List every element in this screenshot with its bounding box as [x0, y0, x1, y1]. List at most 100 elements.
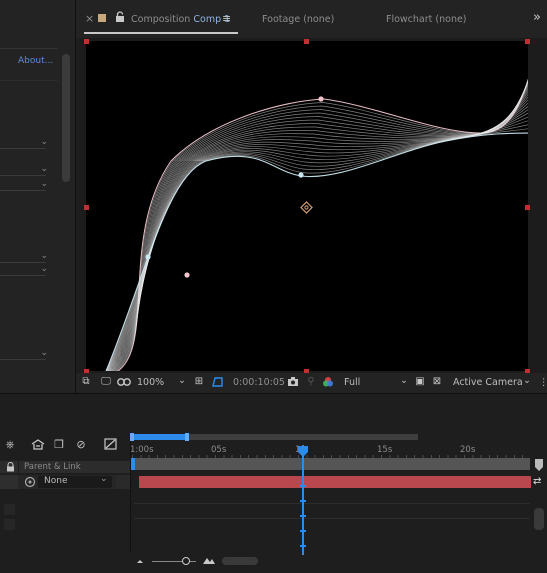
- chevron-down-icon[interactable]: ⌄: [400, 375, 408, 386]
- navigator-start-handle[interactable]: [130, 433, 134, 441]
- active-camera-value[interactable]: Active Camera: [453, 377, 523, 388]
- monitor-icon[interactable]: 🖵: [100, 376, 112, 388]
- bounding-handle[interactable]: [84, 205, 89, 210]
- zoom-in-icon[interactable]: [202, 555, 216, 565]
- curve-stroke: [104, 112, 538, 377]
- draft-3d-icon[interactable]: [31, 438, 45, 452]
- motion-blur-icon[interactable]: ⊘: [74, 438, 88, 452]
- collapsed-row: [4, 519, 15, 530]
- zoom-out-icon[interactable]: [136, 557, 144, 565]
- chevron-down-icon[interactable]: ⌄: [523, 375, 531, 386]
- anchor-point-icon[interactable]: [300, 201, 313, 214]
- active-tab-underline: [84, 32, 238, 34]
- tab-composition[interactable]: Composition Comp 1: [131, 14, 230, 25]
- panel-divider: [0, 80, 58, 81]
- chevron-down-icon: ⌄: [40, 348, 48, 358]
- curve-stroke: [105, 76, 542, 377]
- curve-stroke: [104, 102, 539, 377]
- empty-track-row: [134, 490, 530, 504]
- chevron-down-icon[interactable]: ⌄: [178, 375, 186, 386]
- current-timecode[interactable]: 0:00:10:05: [233, 377, 285, 388]
- curve-stroke: [106, 46, 545, 377]
- color-channels-icon[interactable]: [322, 376, 334, 388]
- region-of-interest-icon[interactable]: [211, 376, 223, 388]
- about-link[interactable]: About...: [18, 56, 53, 66]
- curve-stroke: [107, 31, 546, 377]
- navigator-visible-range[interactable]: [132, 434, 188, 440]
- mask-visibility-icon[interactable]: [117, 376, 131, 388]
- left-panel-scrollbar[interactable]: [62, 54, 70, 182]
- property-dropdown[interactable]: ⌄: [0, 251, 48, 263]
- close-tab-icon[interactable]: ×: [85, 12, 94, 25]
- target-region-icon[interactable]: ▣: [414, 376, 426, 388]
- ruler-tick-label: 05s: [211, 445, 227, 455]
- timeline-scrollbar[interactable]: [534, 508, 544, 530]
- more-views-icon[interactable]: ⋮: [539, 377, 547, 388]
- property-dropdown[interactable]: ⌄: [0, 264, 48, 276]
- parent-select[interactable]: None ⌄: [38, 474, 112, 488]
- shy-layers-icon[interactable]: ❐: [52, 438, 66, 452]
- work-area-end-marker[interactable]: [535, 459, 543, 471]
- composition-swatch-icon: [98, 14, 106, 22]
- tab-flowchart[interactable]: Flowchart (none): [386, 14, 467, 25]
- show-snapshot-icon[interactable]: ⚲: [305, 376, 317, 388]
- layer-out-marker-icon[interactable]: ⇄: [533, 476, 545, 488]
- resolution-value[interactable]: Full: [344, 377, 360, 388]
- tab-menu-icon[interactable]: ≡: [222, 12, 231, 25]
- bounding-handle[interactable]: [525, 205, 530, 210]
- property-dropdown[interactable]: ⌄: [0, 137, 48, 149]
- grid-options-icon[interactable]: ⊞: [193, 376, 205, 388]
- ruler-tick-label: 20s: [460, 445, 476, 455]
- time-ruler[interactable]: 1:00s 05s 1 15s 20s: [130, 432, 531, 519]
- composition-navigator-icon[interactable]: ⎈: [3, 438, 17, 452]
- path-vertex[interactable]: [298, 172, 304, 178]
- tabs-overflow-icon[interactable]: »: [533, 10, 541, 25]
- work-area-bar[interactable]: [132, 458, 530, 470]
- layer-row[interactable]: None ⌄: [0, 474, 130, 489]
- curve-stroke: [105, 86, 541, 377]
- current-time-indicator-head[interactable]: [297, 446, 309, 458]
- path-vertex[interactable]: [318, 96, 324, 102]
- tab-composition-prefix: Composition: [131, 14, 191, 25]
- layer-duration-bar[interactable]: [139, 476, 531, 488]
- snapshot-camera-icon[interactable]: [287, 376, 299, 388]
- path-vertex[interactable]: [184, 272, 190, 278]
- timeline-zoom-knob[interactable]: [182, 557, 190, 565]
- navigator-end-handle[interactable]: [185, 433, 189, 441]
- bounding-handle[interactable]: [84, 39, 89, 44]
- viewer-toolbar: ⧉ 🖵 100% ⌄ ⊞ 0:00:10:05 ⚲ Full ⌄ ▣ ⊠ Act…: [76, 373, 547, 393]
- curve-stroke: [105, 81, 541, 377]
- path-vertex[interactable]: [145, 254, 151, 260]
- curve-stroke: [107, 41, 545, 377]
- property-dropdown[interactable]: ⌄: [0, 179, 48, 191]
- pick-whip-icon[interactable]: [24, 476, 36, 488]
- parent-link-column-label: Parent & Link: [24, 462, 81, 472]
- curve-stroke: [107, 25, 546, 377]
- timeline-panel: ⎈ ❐ ⊘ Parent & Link None ⌄ 1:00s 05s 1 1…: [0, 393, 547, 573]
- chevron-down-icon: ⌄: [100, 474, 108, 484]
- property-dropdown[interactable]: ⌄: [0, 348, 48, 360]
- work-area-start-handle[interactable]: [131, 458, 135, 470]
- viewer-tab-bar: × Composition Comp 1 ≡ Footage (none) Fl…: [76, 0, 547, 38]
- ruler-tick-label: 15s: [377, 445, 393, 455]
- current-time-indicator-line[interactable]: [300, 445, 307, 555]
- curve-stroke: [104, 122, 537, 377]
- bounding-handle[interactable]: [304, 39, 309, 44]
- graph-editor-icon[interactable]: [103, 438, 117, 452]
- transparency-grid-icon[interactable]: ⊠: [431, 376, 443, 388]
- zoom-value[interactable]: 100%: [137, 377, 164, 388]
- tab-footage[interactable]: Footage (none): [262, 14, 334, 25]
- property-dropdown[interactable]: ⌄: [0, 164, 48, 176]
- empty-track-row: [134, 505, 530, 519]
- timeline-horizontal-scrollbar[interactable]: [222, 557, 258, 565]
- curve-stroke: [105, 97, 540, 377]
- bounding-handle[interactable]: [525, 39, 530, 44]
- chevron-down-icon: ⌄: [40, 179, 48, 189]
- lock-icon[interactable]: [6, 461, 15, 472]
- composition-viewer[interactable]: [82, 20, 547, 377]
- curve-stroke: [107, 20, 547, 377]
- curve-stroke: [104, 107, 539, 377]
- always-preview-icon[interactable]: ⧉: [80, 376, 92, 388]
- column-divider: [18, 461, 19, 473]
- lock-icon[interactable]: [115, 11, 125, 23]
